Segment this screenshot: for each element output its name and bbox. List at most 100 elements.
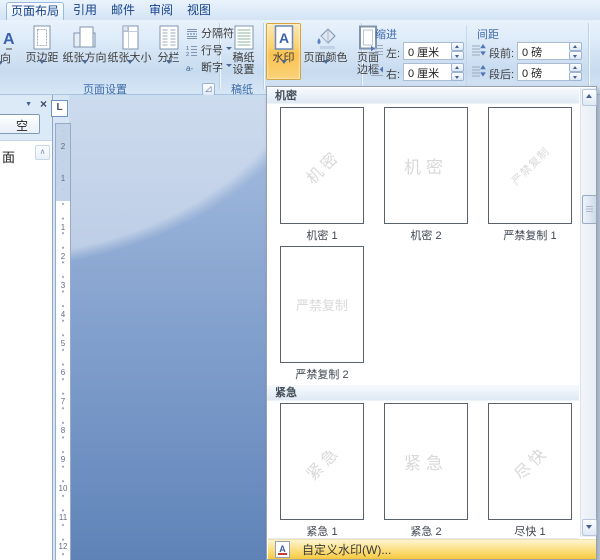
line-numbers-label: 行号 — [201, 42, 223, 58]
ruler-number: 2 — [56, 142, 70, 151]
size-icon — [116, 25, 144, 52]
watermark-option-label: 严禁复制 1 — [488, 227, 572, 243]
field-separator — [466, 25, 467, 87]
space-before-stepper[interactable] — [569, 42, 582, 59]
tab-references[interactable]: 引用 — [68, 2, 102, 19]
pane-partial-button[interactable]: 空 — [0, 114, 40, 134]
watermark-option-jinji-1[interactable]: 紧急 紧急 1 — [280, 403, 364, 539]
gallery-scrollbar[interactable] — [580, 88, 596, 537]
scrollbar-up-icon[interactable] — [582, 89, 597, 106]
gallery-section-header-urgent: 紧急 — [267, 385, 579, 401]
pane-list-item[interactable]: 面 — [2, 147, 15, 166]
line-numbers-icon: 1 2 — [186, 44, 198, 56]
watermark-icon: A — [270, 25, 298, 52]
orientation-button[interactable]: 纸张方向 — [61, 23, 108, 80]
space-after-icon — [471, 64, 486, 77]
space-before-icon — [471, 43, 486, 56]
ruler-number: 1 — [56, 174, 70, 183]
ruler-margin-zone — [56, 124, 70, 201]
task-pane-partial: ▼ × 空 面 ∧ — [0, 95, 53, 560]
dropdown-arrow-icon — [39, 60, 45, 84]
grid-paper-icon — [230, 25, 258, 52]
svg-text:A: A — [3, 31, 14, 48]
custom-watermark-menu-item[interactable]: A 自定义水印(W)... — [268, 539, 596, 559]
grid-paper-label-2: 设置 — [225, 64, 262, 76]
dropdown-arrow-icon — [281, 60, 287, 84]
scroll-up-icon[interactable]: ∧ — [35, 145, 50, 160]
tab-view[interactable]: 视图 — [182, 2, 216, 19]
text-direction-button[interactable]: A 方向 — [0, 23, 21, 80]
watermark-preview-text: 严禁复制 — [280, 247, 364, 362]
indent-right-label: 右: — [386, 66, 400, 82]
watermark-option-label: 机密 2 — [384, 227, 468, 243]
space-before-label: 段前: — [489, 45, 514, 61]
scrollbar-thumb[interactable] — [582, 195, 597, 224]
indent-group-label: 缩进 — [375, 26, 397, 42]
watermark-option-jinji-2[interactable]: 紧急 紧急 2 — [384, 403, 468, 539]
page-color-button[interactable]: 页面颜色 — [301, 23, 350, 80]
watermark-gallery-popup: 机密 机密 机密 1 机密 机密 2 严禁复制 严禁复制 1 严禁复制 严禁复制… — [266, 86, 597, 560]
group-separator — [588, 23, 589, 89]
scrollbar-down-icon[interactable] — [582, 519, 597, 536]
text-direction-icon: A — [0, 25, 14, 53]
close-icon[interactable]: × — [40, 97, 47, 111]
watermark-option-yanjinfuzhi-2[interactable]: 严禁复制 严禁复制 2 — [280, 246, 364, 382]
indent-right-stepper[interactable] — [451, 63, 464, 80]
svg-text:a-: a- — [186, 64, 193, 73]
ruler-number: 3 — [56, 281, 70, 290]
watermark-option-jimi-2[interactable]: 机密 机密 2 — [384, 107, 468, 243]
task-pane-header: ▼ × — [0, 98, 52, 112]
ruler-number: 8 — [56, 426, 70, 435]
watermark-preview-text: 紧急 — [280, 403, 364, 520]
space-before-input[interactable]: 0 磅 — [517, 42, 571, 60]
ruler-number: 6 — [56, 368, 70, 377]
watermark-option-label: 严禁复制 2 — [280, 366, 364, 382]
watermark-preview-text: 严禁复制 — [488, 107, 572, 224]
dropdown-arrow-icon — [323, 60, 329, 84]
breaks-icon — [186, 27, 198, 39]
grid-paper-setup-button[interactable]: 稿纸 设置 — [224, 23, 263, 80]
indent-left-stepper[interactable] — [451, 42, 464, 59]
size-button[interactable]: 纸张大小 — [106, 23, 153, 80]
watermark-option-jimi-1[interactable]: 机密 机密 1 — [280, 107, 364, 243]
indent-right-icon — [370, 65, 384, 77]
watermark-preview-text: 机密 — [280, 107, 364, 224]
space-after-label: 段后: — [489, 66, 514, 82]
dropdown-arrow-icon — [166, 60, 172, 84]
pane-list: 面 ∧ — [0, 140, 52, 560]
margins-icon — [28, 25, 56, 52]
ribbon-tab-bar: 页面布局 引用 邮件 审阅 视图 — [0, 0, 600, 20]
space-after-input[interactable]: 0 磅 — [517, 63, 571, 81]
svg-text:2: 2 — [186, 52, 189, 56]
custom-watermark-icon: A — [275, 541, 290, 558]
ruler-number: 11 — [56, 513, 70, 522]
indent-left-input[interactable]: 0 厘米 — [403, 42, 453, 60]
grid-paper-label-1: 稿纸 — [225, 52, 262, 64]
vertical-ruler: 2 1 1 2 3 4 5 6 7 8 9 10 11 12 — [55, 123, 71, 560]
tab-stop-selector[interactable]: L — [51, 100, 68, 117]
watermark-option-label: 机密 1 — [280, 227, 364, 243]
watermark-option-label: 紧急 2 — [384, 523, 468, 539]
spacing-group-label: 间距 — [477, 26, 499, 42]
tab-review[interactable]: 审阅 — [144, 2, 178, 19]
ruler-number: 5 — [56, 339, 70, 348]
watermark-option-yanjinfuzhi-1[interactable]: 严禁复制 严禁复制 1 — [488, 107, 572, 243]
tab-page-layout[interactable]: 页面布局 — [6, 2, 64, 20]
columns-button[interactable]: 分栏 — [151, 23, 186, 80]
watermark-option-jinkuai-1[interactable]: 尽快 尽快 1 — [488, 403, 572, 539]
group-separator — [263, 23, 264, 89]
text-direction-label: 方向 — [0, 53, 20, 65]
orientation-icon — [71, 25, 99, 52]
tab-mailings[interactable]: 邮件 — [106, 2, 140, 19]
watermark-button[interactable]: A 水印 — [266, 23, 301, 80]
hyphenation-icon: a- — [186, 61, 198, 73]
pane-menu-icon[interactable]: ▼ — [25, 101, 32, 108]
watermark-preview-text: 机密 — [384, 108, 468, 223]
ribbon: A 方向 页边距 纸张方向 — [0, 20, 600, 95]
watermark-option-label: 尽快 1 — [488, 523, 572, 539]
space-after-stepper[interactable] — [569, 63, 582, 80]
margins-button[interactable]: 页边距 — [21, 23, 63, 80]
page-color-icon — [312, 25, 340, 52]
indent-right-input[interactable]: 0 厘米 — [403, 63, 453, 81]
ruler-number: 12 — [56, 542, 70, 551]
